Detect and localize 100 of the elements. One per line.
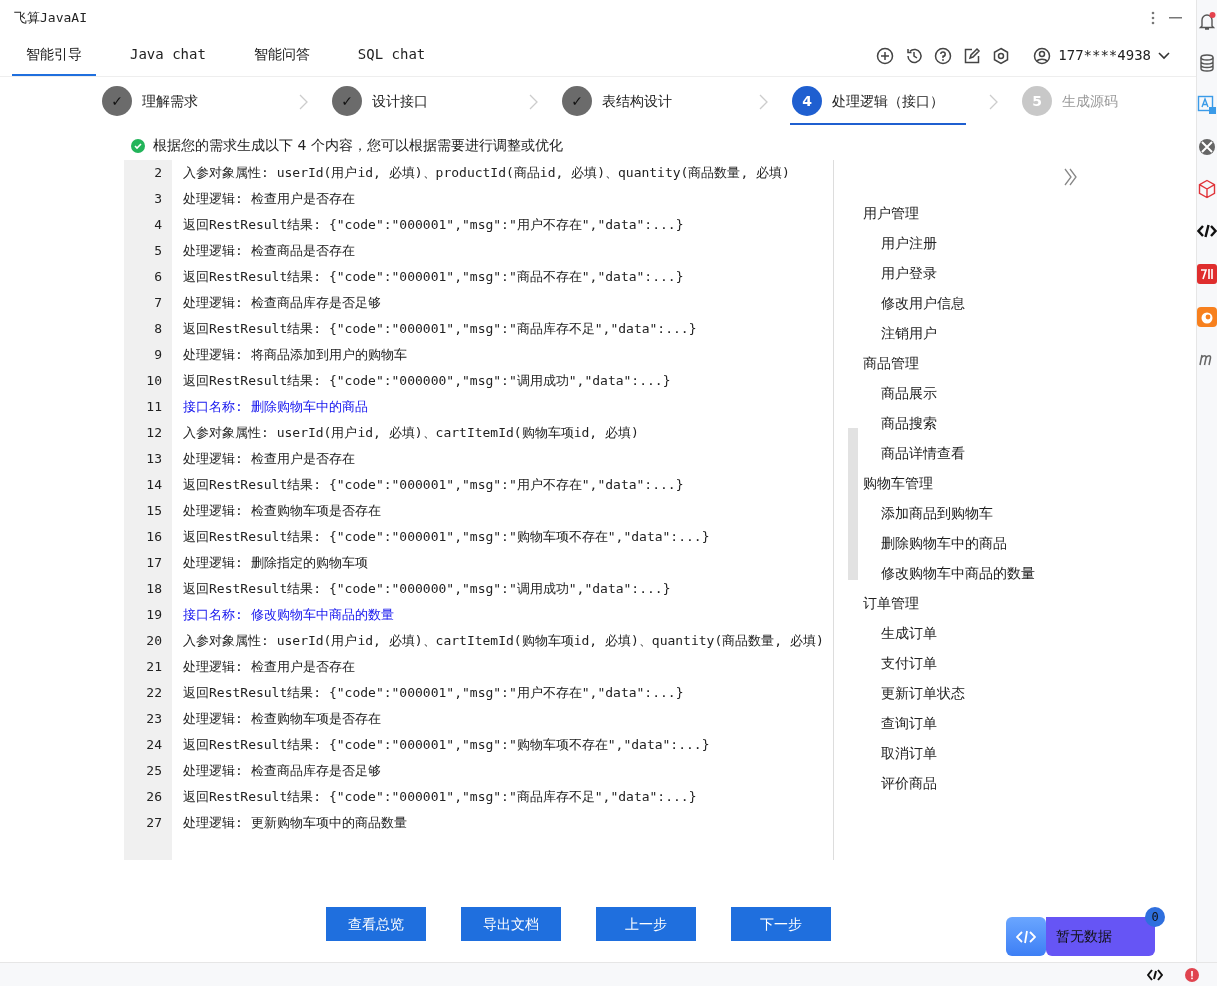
line-number: 3 <box>124 186 172 212</box>
outline-item[interactable]: 生成订单 <box>863 618 1196 648</box>
action-button[interactable]: 下一步 <box>730 907 831 941</box>
database-icon[interactable] <box>1197 53 1217 73</box>
code-widget-icon[interactable] <box>1006 917 1046 956</box>
line-number: 9 <box>124 342 172 368</box>
dropdown-icon[interactable] <box>1158 51 1170 60</box>
line-number: 5 <box>124 238 172 264</box>
cube-icon[interactable] <box>1197 179 1217 199</box>
code-line: 返回RestResult结果: {"code":"000000","msg":"调用成功","data":...} <box>182 372 672 390</box>
line-number: 17 <box>124 550 172 576</box>
line-number: 22 <box>124 680 172 706</box>
tab[interactable]: 智能问答 <box>239 35 324 76</box>
chevron-icon <box>758 94 768 110</box>
code-line: 返回RestResult结果: {"code":"000001","msg":"用户不存在","data":...} <box>182 476 685 494</box>
app-logo-icon[interactable] <box>1197 264 1217 284</box>
error-icon[interactable] <box>1185 967 1199 982</box>
code-line: 处理逻辑: 检查用户是否存在 <box>182 450 356 468</box>
outline-item[interactable]: 商品搜索 <box>863 408 1196 438</box>
app-icon[interactable] <box>1197 307 1217 327</box>
outline-item[interactable]: 注销用户 <box>863 318 1196 348</box>
outline-item[interactable]: 用户管理 <box>863 198 1196 228</box>
line-number: 11 <box>124 394 172 420</box>
success-icon <box>131 138 145 153</box>
outline-item[interactable]: 删除购物车中的商品 <box>863 528 1196 558</box>
step-label: 表结构设计 <box>602 91 672 111</box>
code-line: 处理逻辑: 检查商品是否存在 <box>182 242 356 260</box>
step-marker: ✓ <box>332 86 362 116</box>
status-message: 根据您的需求生成以下 4 个内容，您可以根据需要进行调整或优化 <box>153 136 563 155</box>
step[interactable]: 4 处理逻辑（接口） <box>790 79 966 125</box>
step[interactable]: ✓ 表结构设计 <box>560 79 736 125</box>
outline-item[interactable]: 更新订单状态 <box>863 678 1196 708</box>
outline-item[interactable]: 修改购物车中商品的数量 <box>863 558 1196 588</box>
code-line: 处理逻辑: 检查商品库存是否足够 <box>182 294 382 312</box>
line-number: 2 <box>124 160 172 186</box>
line-number: 27 <box>124 810 172 836</box>
outline-item[interactable]: 用户注册 <box>863 228 1196 258</box>
step[interactable]: ✓ 理解需求 <box>100 79 276 125</box>
count-badge: 0 <box>1145 907 1165 927</box>
line-number: 6 <box>124 264 172 290</box>
outline-item[interactable]: 商品详情查看 <box>863 438 1196 468</box>
line-number: 24 <box>124 732 172 758</box>
line-number: 18 <box>124 576 172 602</box>
code-line: 处理逻辑: 删除指定的购物车项 <box>182 554 369 572</box>
minimize-icon[interactable] <box>1169 16 1182 19</box>
code-line: 处理逻辑: 检查购物车项是否存在 <box>182 502 382 520</box>
outline-item[interactable]: 商品管理 <box>863 348 1196 378</box>
outline-item[interactable]: 修改用户信息 <box>863 288 1196 318</box>
tab[interactable]: 智能引导 <box>12 35 96 76</box>
line-number: 4 <box>124 212 172 238</box>
step[interactable]: ✓ 设计接口 <box>330 79 506 125</box>
code-line: 入参对象属性: userId(用户id, 必填)、cartItemId(购物车项id, 必填) <box>182 424 640 442</box>
step-marker: ✓ <box>562 86 592 116</box>
line-number: 26 <box>124 784 172 810</box>
code-line: 处理逻辑: 检查用户是否存在 <box>182 658 356 676</box>
outline-item[interactable]: 评价商品 <box>863 768 1196 798</box>
line-number: 23 <box>124 706 172 732</box>
action-button[interactable]: 上一步 <box>595 907 696 941</box>
bell-icon[interactable] <box>1197 11 1217 31</box>
line-number: 25 <box>124 758 172 784</box>
outline-item[interactable]: 购物车管理 <box>863 468 1196 498</box>
code-line: 返回RestResult结果: {"code":"000001","msg":"商品不存在","data":...} <box>182 268 685 286</box>
outline-item[interactable]: 订单管理 <box>863 588 1196 618</box>
code-line: 入参对象属性: userId(用户id, 必填)、productId(商品id, 必填)、quantity(商品数量, 必填) <box>182 164 791 182</box>
line-number: 10 <box>124 368 172 394</box>
code-line: 返回RestResult结果: {"code":"000000","msg":"调用成功","data":...} <box>182 580 672 598</box>
line-number: 14 <box>124 472 172 498</box>
step-label: 生成源码 <box>1062 91 1118 111</box>
user-icon[interactable] <box>1033 46 1052 65</box>
tab[interactable]: SQL chat <box>343 35 440 76</box>
expand-icon[interactable] <box>1064 168 1078 186</box>
line-number: 8 <box>124 316 172 342</box>
more-icon[interactable] <box>1151 10 1155 25</box>
translate-icon[interactable] <box>1197 95 1217 115</box>
action-button[interactable]: 导出文档 <box>460 907 561 941</box>
action-button[interactable]: 查看总览 <box>325 907 426 941</box>
outline-item[interactable]: 用户登录 <box>863 258 1196 288</box>
code-line: 处理逻辑: 检查用户是否存在 <box>182 190 356 208</box>
outline-item[interactable]: 支付订单 <box>863 648 1196 678</box>
line-number: 21 <box>124 654 172 680</box>
outline-item[interactable]: 商品展示 <box>863 378 1196 408</box>
outline-item[interactable]: 查询订单 <box>863 708 1196 738</box>
cross-circle-icon[interactable] <box>1197 137 1217 157</box>
code-line: 返回RestResult结果: {"code":"000001","msg":"购物车项不存在","data":...} <box>182 528 711 546</box>
code-line: 接口名称: 修改购物车中商品的数量 <box>182 606 395 624</box>
code-line: 处理逻辑: 检查购物车项是否存在 <box>182 710 382 728</box>
code-line: 返回RestResult结果: {"code":"000001","msg":"商品库存不足","data":...} <box>182 788 698 806</box>
line-number: 12 <box>124 420 172 446</box>
code-line: 返回RestResult结果: {"code":"000001","msg":"用户不存在","data":...} <box>182 216 685 234</box>
tab[interactable]: Java chat <box>116 35 220 76</box>
code-line: 返回RestResult结果: {"code":"000001","msg":"购物车项不存在","data":...} <box>182 736 711 754</box>
code-icon[interactable] <box>1147 968 1163 981</box>
outline-item[interactable]: 取消订单 <box>863 738 1196 768</box>
scrollbar[interactable] <box>848 428 858 580</box>
step-label: 处理逻辑（接口） <box>832 91 944 111</box>
outline-item[interactable]: 添加商品到购物车 <box>863 498 1196 528</box>
step-label: 理解需求 <box>142 91 198 111</box>
line-number: 7 <box>124 290 172 316</box>
code-line: 处理逻辑: 更新购物车项中的商品数量 <box>182 814 408 832</box>
account-name[interactable]: 177****4938 <box>1058 45 1151 66</box>
